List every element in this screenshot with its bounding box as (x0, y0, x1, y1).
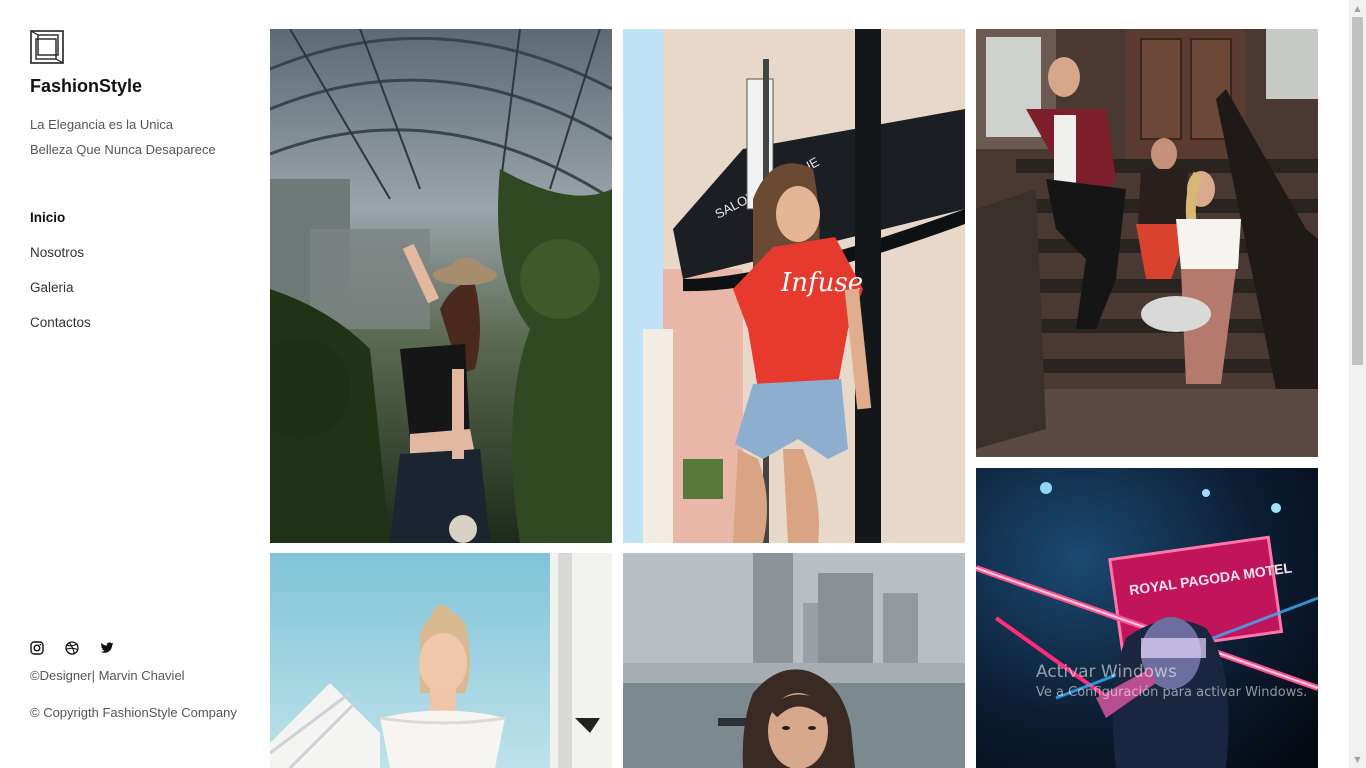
designer-credit: ©Designer| Marvin Chaviel (30, 668, 185, 683)
nav-item-nosotros[interactable]: Nosotros (30, 243, 91, 263)
woman-city-skyline-image (623, 553, 965, 768)
woman-city-skyline-photo[interactable] (623, 553, 965, 768)
sidebar: FashionStyle La Elegancia es la Unica Be… (30, 30, 260, 730)
neon-motel-woman-image: ROYAL PAGODA MOTEL (976, 468, 1318, 768)
tagline: La Elegancia es la Unica Belleza Que Nun… (30, 112, 216, 162)
scrollbar-thumb[interactable] (1352, 17, 1363, 365)
tagline-line-1: La Elegancia es la Unica (30, 117, 174, 132)
twitter-icon[interactable] (100, 641, 114, 655)
square-frame-logo-icon[interactable] (30, 30, 64, 64)
scroll-down-arrow-icon[interactable]: ▼ (1349, 751, 1366, 768)
greenhouse-woman-hat-image (270, 29, 612, 543)
woman-white-offshoulder-photo[interactable] (270, 553, 612, 768)
tagline-line-2: Belleza Que Nunca Desaparece (30, 142, 216, 157)
page-scrollbar[interactable]: ▲ ▼ (1349, 0, 1366, 768)
social-links (30, 641, 114, 655)
neon-motel-woman-photo[interactable]: ROYAL PAGODA MOTEL (976, 468, 1318, 768)
nav-item-contactos[interactable]: Contactos (30, 313, 91, 333)
woman-red-infuse-shirt-photo[interactable]: SALON BOUTIQUE Infuse (623, 29, 965, 543)
brand-name[interactable]: FashionStyle (30, 76, 142, 97)
nav-item-inicio[interactable]: Inicio (30, 208, 91, 228)
main-nav: Inicio Nosotros Galeria Contactos (30, 208, 91, 348)
woman-white-offshoulder-image (270, 553, 612, 768)
copyright-text: © Copyrigth FashionStyle Company (30, 705, 237, 720)
group-on-stairs-image (976, 29, 1318, 457)
scroll-up-arrow-icon[interactable]: ▲ (1349, 0, 1366, 17)
group-on-stairs-photo[interactable] (976, 29, 1318, 457)
dribbble-icon[interactable] (65, 641, 79, 655)
woman-red-infuse-shirt-image: SALON BOUTIQUE Infuse (623, 29, 965, 543)
greenhouse-woman-hat-photo[interactable] (270, 29, 612, 543)
nav-item-galeria[interactable]: Galeria (30, 278, 91, 298)
instagram-icon[interactable] (30, 641, 44, 655)
